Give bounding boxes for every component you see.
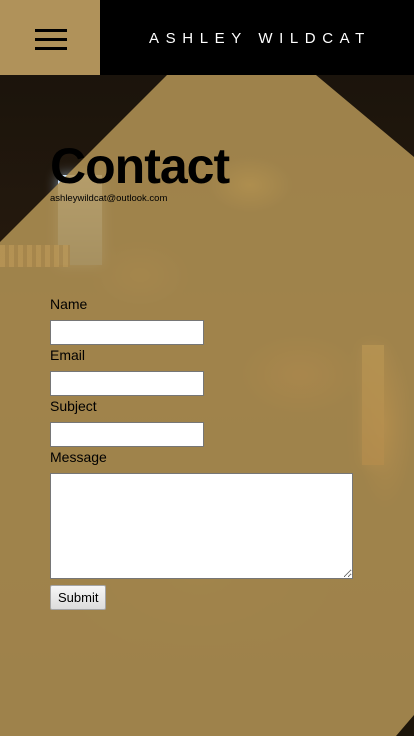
- contact-form: Name Email Subject Message Submit: [50, 296, 370, 610]
- subject-input[interactable]: [50, 422, 204, 447]
- contact-email-link[interactable]: ashleywildcat@outlook.com: [50, 193, 167, 204]
- menu-toggle-button[interactable]: [0, 0, 100, 75]
- site-title[interactable]: ASHLEY WILDCAT: [100, 0, 414, 75]
- message-textarea[interactable]: [50, 473, 353, 579]
- name-input[interactable]: [50, 320, 204, 345]
- email-input[interactable]: [50, 371, 204, 396]
- message-label: Message: [50, 449, 107, 465]
- site-header: ASHLEY WILDCAT: [0, 0, 414, 75]
- subject-label: Subject: [50, 398, 97, 414]
- hamburger-menu-icon: [35, 29, 67, 51]
- email-label: Email: [50, 347, 86, 363]
- page-title: Contact: [50, 138, 230, 194]
- submit-button[interactable]: Submit: [50, 585, 107, 610]
- contact-page: ASHLEY WILDCAT Contact ashleywildcat@out…: [0, 0, 414, 736]
- name-label: Name: [50, 296, 88, 312]
